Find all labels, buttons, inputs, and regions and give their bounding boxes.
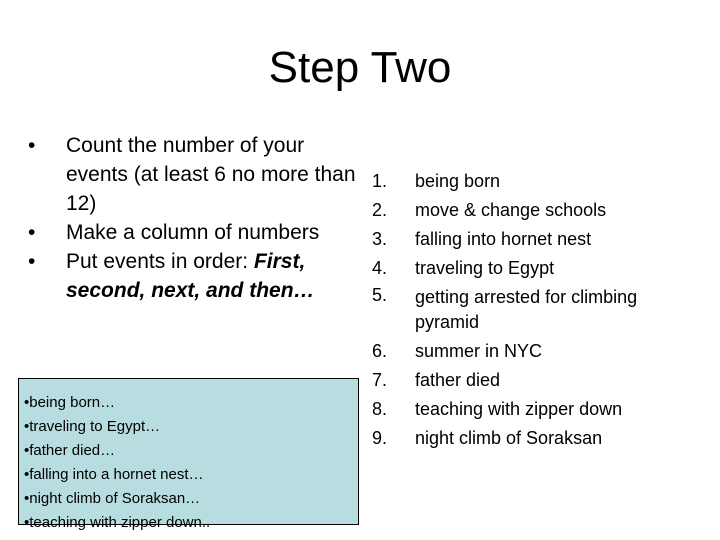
event-text: move & change schools: [415, 200, 607, 220]
example-event-line: •teaching with zipper down..: [24, 514, 211, 531]
event-text: teaching with zipper down: [415, 399, 623, 419]
numbered-event-item: 1. being born: [372, 167, 702, 196]
instruction-text: Count the number of your events (at leas…: [66, 134, 356, 215]
event-text: traveling to Egypt: [415, 258, 555, 278]
event-text: being born: [415, 171, 501, 191]
event-text: father died: [415, 370, 501, 390]
event-number: 4.: [372, 258, 388, 278]
instruction-item: • Make a column of numbers: [28, 218, 358, 247]
example-event-line: •falling into a hornet nest…: [24, 466, 204, 483]
event-number: 8.: [372, 399, 388, 419]
event-number: 6.: [372, 341, 388, 361]
example-events-box: •being born… •traveling to Egypt… •fathe…: [18, 378, 359, 531]
example-event-line: •being born…: [24, 394, 116, 411]
event-text: night climb of Soraksan: [415, 428, 603, 448]
event-number: 9.: [372, 428, 388, 448]
bullet-icon: •: [28, 221, 36, 244]
example-event-line: •traveling to Egypt…: [24, 418, 161, 435]
numbered-event-item: 5. getting arrested for climbing pyramid: [372, 283, 702, 337]
instruction-text: Put events in order: First, second, next…: [66, 247, 358, 305]
numbered-event-item: 4. traveling to Egypt: [372, 254, 702, 283]
instruction-item: • Count the number of your events (at le…: [28, 131, 358, 218]
event-text: summer in NYC: [415, 341, 543, 361]
example-event-line: •night climb of Soraksan…: [24, 490, 201, 507]
numbered-event-item: 8. teaching with zipper down: [372, 395, 702, 424]
numbered-event-item: 9. night climb of Soraksan: [372, 424, 702, 453]
instruction-item: • Put events in order: First, second, ne…: [28, 247, 358, 305]
event-number: 3.: [372, 229, 388, 249]
bullet-icon: •: [28, 134, 36, 157]
numbered-event-item: 6. summer in NYC: [372, 337, 702, 366]
slide-title: Step Two: [268, 43, 452, 92]
numbered-event-item: 2. move & change schools: [372, 196, 702, 225]
event-number: 5.: [372, 285, 388, 305]
instructions-list: • Count the number of your events (at le…: [28, 131, 358, 305]
event-number: 7.: [372, 370, 388, 390]
numbered-events-list: 1. being born 2. move & change schools 3…: [372, 167, 702, 453]
example-event-line: •father died…: [24, 442, 116, 459]
event-number: 1.: [372, 171, 388, 191]
instruction-text: Make a column of numbers: [66, 221, 320, 244]
event-text: falling into hornet nest: [415, 229, 592, 249]
numbered-event-item: 3. falling into hornet nest: [372, 225, 702, 254]
instruction-text-plain: Put events in order:: [66, 250, 254, 273]
numbered-event-item: 7. father died: [372, 366, 702, 395]
event-text: getting arrested for climbing pyramid: [415, 287, 638, 332]
event-number: 2.: [372, 200, 388, 220]
bullet-icon: •: [28, 250, 36, 273]
